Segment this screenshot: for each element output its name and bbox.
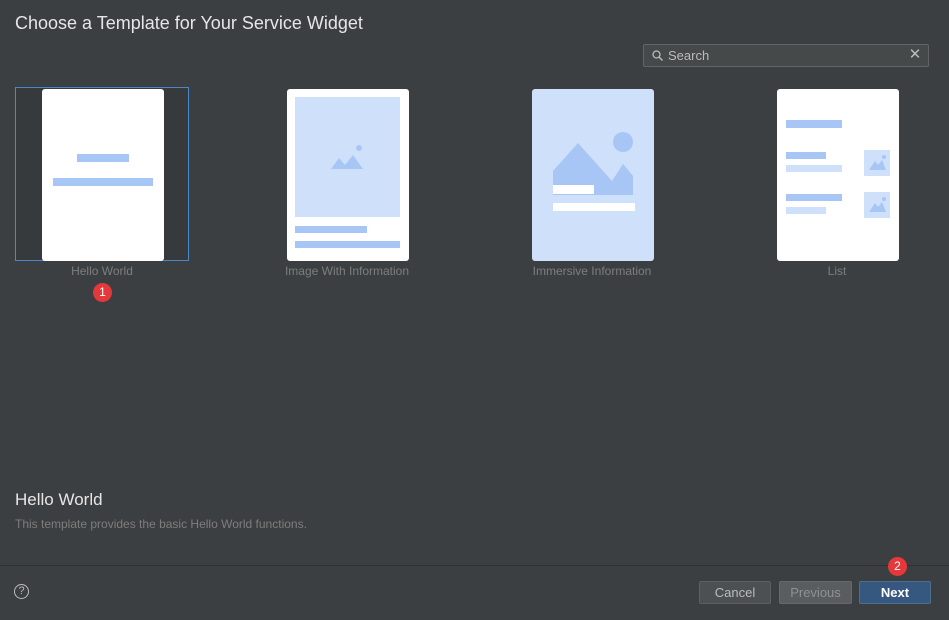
search-field[interactable]: ✕ xyxy=(643,44,929,67)
step-badge-1: 1 xyxy=(93,283,112,302)
description-title: Hello World xyxy=(15,490,103,509)
template-label-immersive-information: Immersive Information xyxy=(532,264,652,278)
description-text: This template provides the basic Hello W… xyxy=(15,517,307,531)
template-label-image-with-information: Image With Information xyxy=(284,264,410,278)
template-card-list[interactable] xyxy=(750,87,924,261)
clear-search-icon[interactable]: ✕ xyxy=(908,47,922,62)
step-badge-2: 2 xyxy=(888,557,907,576)
help-icon[interactable]: ? xyxy=(14,584,29,599)
immersive-information-thumbnail xyxy=(532,89,654,261)
search-input[interactable] xyxy=(668,46,898,65)
image-with-information-thumbnail xyxy=(287,89,409,261)
template-label-hello-world: Hello World xyxy=(71,264,133,278)
cancel-button[interactable]: Cancel xyxy=(699,581,771,604)
dialog-title: Choose a Template for Your Service Widge… xyxy=(15,13,363,33)
footer-divider xyxy=(0,565,949,566)
previous-button[interactable]: Previous xyxy=(779,581,852,604)
next-button[interactable]: Next xyxy=(859,581,931,604)
search-icon xyxy=(652,50,663,61)
template-card-immersive-information[interactable] xyxy=(505,87,679,261)
template-label-list: List xyxy=(827,264,847,278)
list-thumbnail xyxy=(777,89,899,261)
template-card-image-with-information[interactable] xyxy=(260,87,434,261)
template-card-hello-world[interactable] xyxy=(15,87,189,261)
hello-world-thumbnail xyxy=(42,89,164,261)
